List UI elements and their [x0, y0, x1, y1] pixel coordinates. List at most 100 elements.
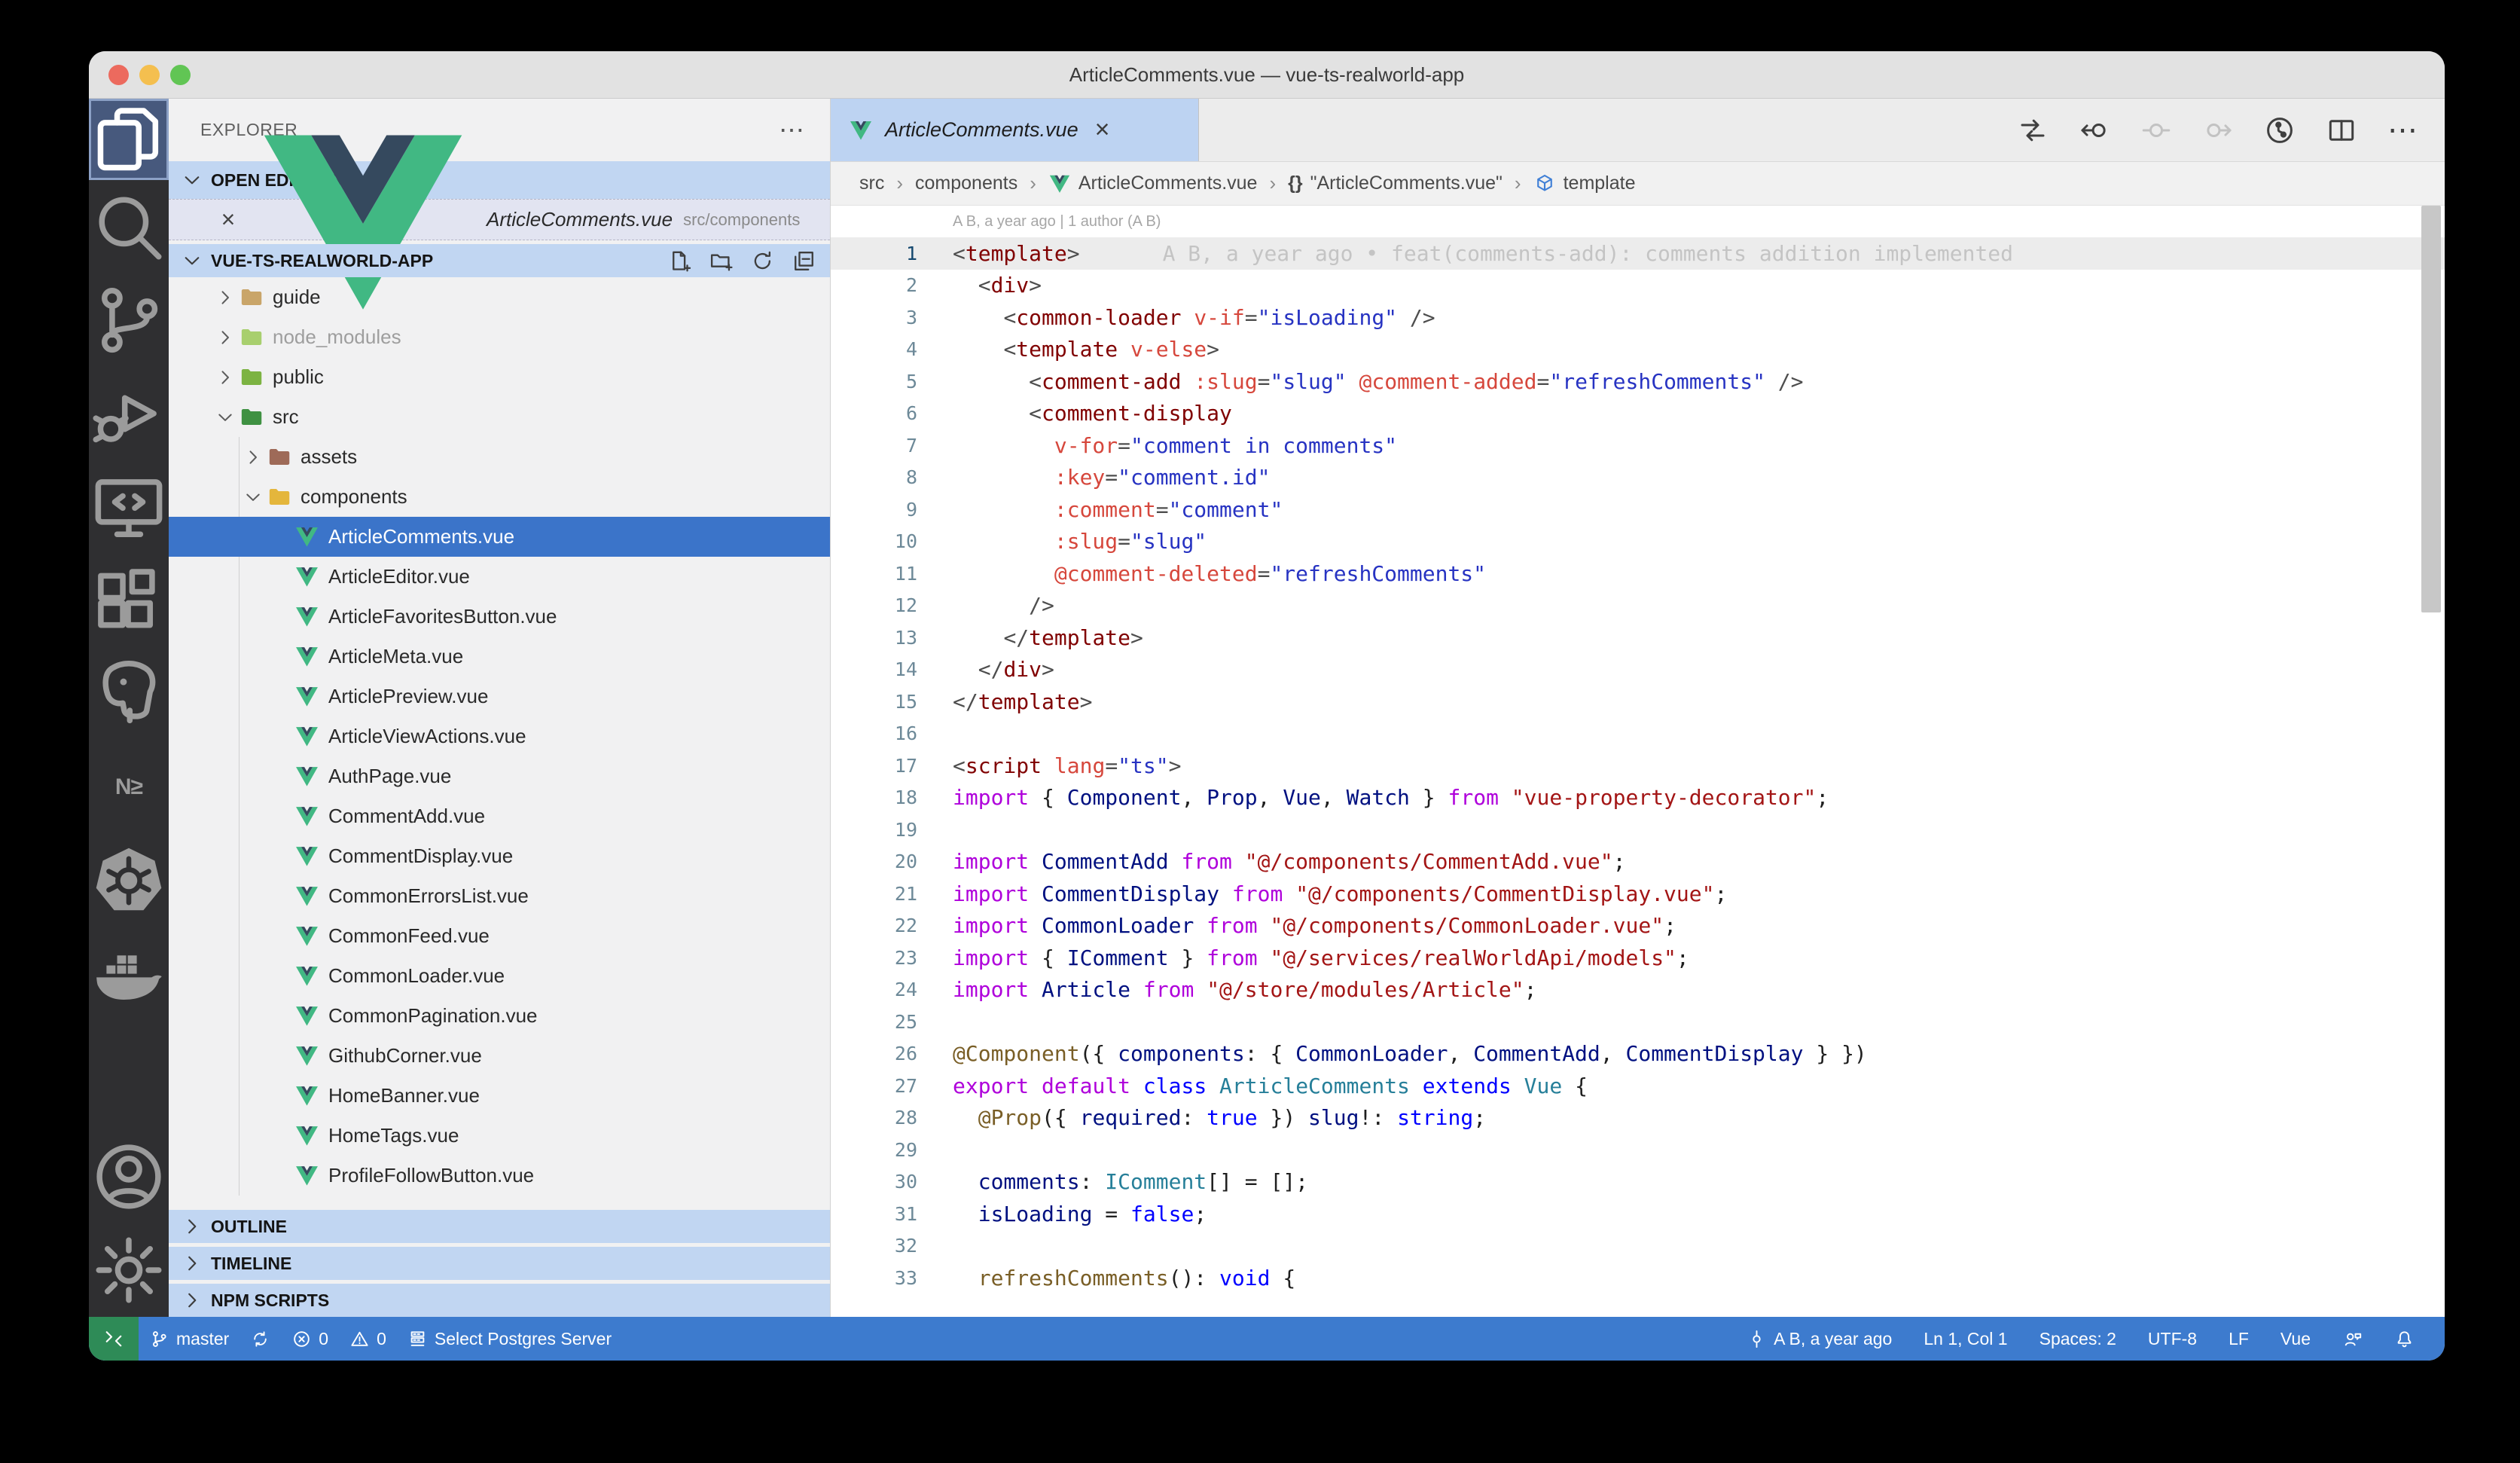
status-item-feedback[interactable] [2332, 1329, 2373, 1349]
chevron-right-icon[interactable] [211, 366, 239, 389]
remote-indicator[interactable] [89, 1317, 139, 1361]
tree-item-ArticleFavoritesButton.vue[interactable]: ArticleFavoritesButton.vue [169, 597, 830, 637]
breadcrumb-item[interactable]: {}"ArticleComments.vue" [1288, 173, 1503, 194]
tree-item-components[interactable]: components [169, 477, 830, 517]
code-line-26[interactable]: 26@Component({ components: { CommonLoade… [831, 1038, 2445, 1071]
previous-revision-icon[interactable] [2140, 115, 2172, 146]
code-line-23[interactable]: 23import { IComment } from "@/services/r… [831, 942, 2445, 974]
code-line-3[interactable]: 3 <common-loader v-if="isLoading" /> [831, 301, 2445, 334]
code-line-7[interactable]: 7 v-for="comment in comments" [831, 429, 2445, 462]
close-tab-icon[interactable]: × [1095, 115, 1110, 145]
zoom-window-button[interactable] [170, 65, 191, 85]
activity-item-accounts[interactable] [89, 1130, 169, 1223]
status-item-warnings[interactable]: 0 [339, 1329, 397, 1349]
activity-item-extensions[interactable] [89, 554, 169, 647]
activity-item-postgresql[interactable] [89, 647, 169, 741]
status-item-branch[interactable]: master [139, 1329, 239, 1349]
tree-item-AuthPage.vue[interactable]: AuthPage.vue [169, 756, 830, 796]
section-header-npm-scripts[interactable]: NPM SCRIPTS [169, 1284, 830, 1317]
activity-item-kubernetes[interactable] [89, 834, 169, 927]
activity-item-nx-console[interactable]: N≥ [89, 741, 169, 834]
code-line-11[interactable]: 11 @comment-deleted="refreshComments" [831, 557, 2445, 590]
section-header-outline[interactable]: OUTLINE [169, 1210, 830, 1243]
breadcrumb-item[interactable]: template [1533, 173, 1636, 195]
refresh-explorer-icon[interactable] [750, 249, 775, 273]
tree-item-ArticleMeta.vue[interactable]: ArticleMeta.vue [169, 637, 830, 677]
project-section-header[interactable]: VUE-TS-REALWORLD-APP [169, 244, 830, 277]
code-line-24[interactable]: 24import Article from "@/store/modules/A… [831, 974, 2445, 1006]
chevron-down-icon[interactable] [239, 486, 267, 509]
split-editor-icon[interactable] [2326, 115, 2357, 146]
code-line-12[interactable]: 12 /> [831, 590, 2445, 622]
tree-item-ArticleEditor.vue[interactable]: ArticleEditor.vue [169, 557, 830, 597]
code-line-10[interactable]: 10 :slug="slug" [831, 526, 2445, 558]
code-line-19[interactable]: 19 [831, 814, 2445, 846]
previous-change-icon[interactable] [2079, 115, 2110, 146]
code-line-16[interactable]: 16 [831, 718, 2445, 750]
status-item-git-blame[interactable]: A B, a year ago [1736, 1329, 1902, 1349]
activity-item-explorer[interactable] [89, 99, 169, 180]
code-line-28[interactable]: 28 @Prop({ required: true }) slug!: stri… [831, 1102, 2445, 1135]
tree-item-node_modules[interactable]: node_modules [169, 317, 830, 357]
status-item-errors[interactable]: 0 [281, 1329, 339, 1349]
close-window-button[interactable] [108, 65, 129, 85]
code-line-25[interactable]: 25 [831, 1006, 2445, 1038]
file-history-icon[interactable] [2264, 115, 2296, 146]
code-line-5[interactable]: 5 <comment-add :slug="slug" @comment-add… [831, 365, 2445, 398]
code-editor[interactable]: 1<template>A B, a year ago • feat(commen… [831, 237, 2445, 1317]
open-changes-icon[interactable] [2017, 115, 2049, 146]
code-line-18[interactable]: 18import { Component, Prop, Vue, Watch }… [831, 782, 2445, 814]
editor-scrollbar[interactable] [2421, 206, 2441, 612]
tree-item-HomeBanner.vue[interactable]: HomeBanner.vue [169, 1076, 830, 1116]
tree-item-src[interactable]: src [169, 397, 830, 437]
code-line-32[interactable]: 32 [831, 1230, 2445, 1263]
tree-item-guide[interactable]: guide [169, 277, 830, 317]
status-item-eol[interactable]: LF [2218, 1329, 2259, 1349]
code-line-14[interactable]: 14 </div> [831, 654, 2445, 686]
chevron-down-icon[interactable] [211, 406, 239, 429]
code-line-33[interactable]: 33 refreshComments(): void { [831, 1262, 2445, 1294]
activity-item-source-control[interactable] [89, 273, 169, 367]
code-line-22[interactable]: 22import CommonLoader from "@/components… [831, 910, 2445, 942]
activity-item-settings[interactable] [89, 1223, 169, 1317]
code-line-1[interactable]: 1<template>A B, a year ago • feat(commen… [831, 237, 2445, 270]
code-line-2[interactable]: 2 <div> [831, 270, 2445, 302]
code-line-21[interactable]: 21import CommentDisplay from "@/componen… [831, 878, 2445, 910]
close-editor-icon[interactable]: × [217, 206, 239, 234]
code-line-8[interactable]: 8 :key="comment.id" [831, 462, 2445, 494]
next-revision-icon[interactable] [2202, 115, 2234, 146]
tree-item-HomeTags.vue[interactable]: HomeTags.vue [169, 1116, 830, 1156]
status-item-sync[interactable] [239, 1329, 281, 1349]
breadcrumb-item[interactable]: components [915, 173, 1017, 194]
tree-item-public[interactable]: public [169, 357, 830, 397]
collapse-folders-icon[interactable] [792, 249, 816, 273]
tree-item-GithubCorner.vue[interactable]: GithubCorner.vue [169, 1036, 830, 1076]
section-header-timeline[interactable]: TIMELINE [169, 1247, 830, 1280]
new-folder-icon[interactable] [709, 249, 734, 273]
chevron-right-icon[interactable] [211, 326, 239, 349]
breadcrumb-item[interactable]: ArticleComments.vue [1048, 173, 1258, 195]
tree-item-ArticleViewActions.vue[interactable]: ArticleViewActions.vue [169, 716, 830, 756]
tree-item-ArticlePreview.vue[interactable]: ArticlePreview.vue [169, 677, 830, 716]
tree-item-CommonErrorsList.vue[interactable]: CommonErrorsList.vue [169, 876, 830, 916]
status-item-encoding[interactable]: UTF-8 [2137, 1329, 2207, 1349]
tree-item-CommentDisplay.vue[interactable]: CommentDisplay.vue [169, 836, 830, 876]
code-line-27[interactable]: 27export default class ArticleComments e… [831, 1070, 2445, 1102]
status-item-language-mode[interactable]: Vue [2270, 1329, 2321, 1349]
breadcrumb-item[interactable]: src [859, 173, 884, 194]
code-line-13[interactable]: 13 </template> [831, 622, 2445, 654]
status-item-notifications[interactable] [2384, 1329, 2425, 1349]
explorer-more-actions-icon[interactable]: ⋯ [779, 115, 804, 145]
minimize-window-button[interactable] [139, 65, 160, 85]
status-item-postgres-server[interactable]: Select Postgres Server [397, 1329, 622, 1349]
chevron-right-icon[interactable] [211, 286, 239, 309]
code-line-30[interactable]: 30 comments: IComment[] = []; [831, 1166, 2445, 1199]
activity-item-remote-explorer[interactable] [89, 460, 169, 554]
open-editor-item[interactable]: × ArticleComments.vue src/components [169, 199, 830, 240]
tree-item-CommonFeed.vue[interactable]: CommonFeed.vue [169, 916, 830, 956]
new-file-icon[interactable] [667, 249, 692, 273]
code-line-31[interactable]: 31 isLoading = false; [831, 1198, 2445, 1230]
code-line-15[interactable]: 15</template> [831, 686, 2445, 718]
tree-item-CommentAdd.vue[interactable]: CommentAdd.vue [169, 796, 830, 836]
code-line-20[interactable]: 20import CommentAdd from "@/components/C… [831, 846, 2445, 878]
